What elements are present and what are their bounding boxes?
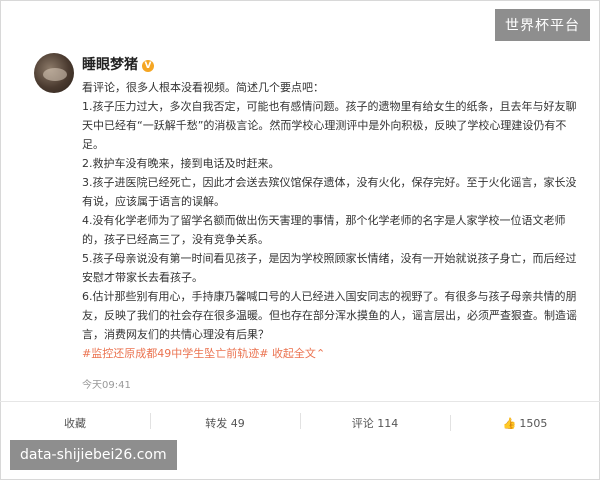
- post-content: 看评论，很多人根本没看视频。简述几个要点吧： 1.孩子压力过大，多次自我否定，可…: [82, 78, 582, 363]
- action-bar: 收藏 转发 49 评论 114 👍 1505: [0, 402, 600, 444]
- repost-button[interactable]: 转发 49: [150, 413, 300, 431]
- post-paragraph: 1.孩子压力过大，多次自我否定，可能也有感情问题。孩子的遗物里有给女生的纸条，且…: [82, 100, 577, 151]
- post-paragraph: 看评论，很多人根本没看视频。简述几个要点吧：: [82, 81, 324, 94]
- watermark-top: 世界杯平台: [495, 9, 590, 41]
- like-count: 1505: [519, 416, 548, 430]
- avatar[interactable]: [34, 53, 74, 93]
- post-paragraph: 6.估计那些别有用心，手持康乃馨喊口号的人已经进入国安同志的视野了。有很多与孩子…: [82, 290, 577, 341]
- thumb-up-icon: 👍: [502, 416, 517, 430]
- collapse-label[interactable]: 收起全文: [272, 347, 316, 360]
- post-paragraph: 3.孩子进医院已经死亡，因此才会送去殡仪馆保存遗体，没有火化，保存完好。至于火化…: [82, 176, 577, 208]
- chevron-up-icon: ⌃: [315, 347, 326, 360]
- favorite-button[interactable]: 收藏: [0, 415, 150, 431]
- hashtag-link[interactable]: #监控还原成都49中学生坠亡前轨迹#: [82, 347, 268, 360]
- comment-button[interactable]: 评论 114: [300, 413, 450, 431]
- post-timestamp[interactable]: 今天09:41: [82, 376, 131, 391]
- verified-icon: V: [142, 60, 154, 72]
- post-paragraph: 4.没有化学老师为了留学名额而做出伤天害理的事情，那个化学老师的名字是人家学校一…: [82, 214, 566, 246]
- post-paragraph: 5.孩子母亲说没有第一时间看见孩子，是因为学校照顾家长情绪，没有一开始就说孩子身…: [82, 252, 577, 284]
- watermark-bottom: data-shijiebei26.com: [10, 440, 177, 470]
- post-tags-line: #监控还原成都49中学生坠亡前轨迹# 收起全文⌃: [82, 344, 582, 363]
- post-paragraph: 2.救护车没有晚来，接到电话及时赶来。: [82, 157, 280, 170]
- username-text[interactable]: 睡眼梦猪: [82, 57, 138, 73]
- collapse-link[interactable]: 收起全文⌃: [272, 347, 325, 360]
- username[interactable]: 睡眼梦猪 V: [82, 54, 154, 74]
- like-button[interactable]: 👍 1505: [450, 414, 600, 431]
